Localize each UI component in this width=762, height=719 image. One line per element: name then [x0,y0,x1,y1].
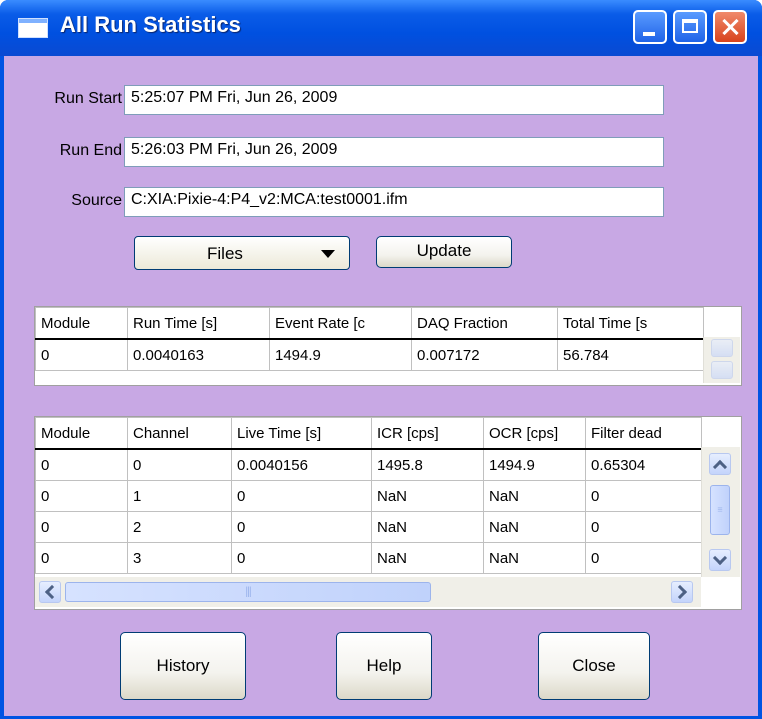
dialog-client-area: Run Start 5:25:07 PM Fri, Jun 26, 2009 R… [4,56,758,716]
run-start-field[interactable]: 5:25:07 PM Fri, Jun 26, 2009 [124,85,664,115]
close-window-button[interactable] [713,10,747,44]
column-header[interactable]: ICR [cps] [371,417,484,450]
table-cell[interactable]: 2 [127,511,232,543]
channel-table-container: Module Channel Live Time [s] ICR [cps] O… [34,416,742,610]
run-start-label: Run Start [54,90,122,107]
update-button[interactable]: Update [376,236,512,268]
table-cell[interactable]: 0 [35,480,128,512]
scroll-up-button[interactable] [709,453,731,475]
title-bar[interactable]: All Run Statistics [0,0,762,56]
chevron-up-icon [712,459,728,475]
table-cell[interactable]: 1494.9 [269,338,412,371]
maximize-button[interactable] [673,10,707,44]
column-header[interactable]: Module [35,417,128,450]
chevron-down-icon [712,550,728,566]
table-cell[interactable]: 0.65304 [585,448,702,481]
table-cell[interactable]: 0 [585,480,702,512]
table-cell[interactable]: 0.007172 [411,338,558,371]
module-table-scrollbar[interactable] [703,337,740,383]
run-end-label: Run End [59,142,122,159]
column-header[interactable]: Event Rate [c [269,307,412,340]
scroll-right-button[interactable] [671,581,693,603]
table-cell[interactable]: 3 [127,542,232,574]
window-icon [18,18,48,38]
scroll-down-button[interactable] [709,549,731,571]
table-row[interactable]: 0 0.0040163 1494.9 0.007172 56.784 [35,338,704,371]
table-cell[interactable]: 0 [585,542,702,574]
table-cell[interactable]: 56.784 [557,338,704,371]
module-table: Module Run Time [s] Event Rate [c DAQ Fr… [35,307,704,371]
table-cell[interactable]: 0 [35,511,128,543]
table-row[interactable]: 0 3 0 NaN NaN 0 [35,542,702,574]
table-cell[interactable]: NaN [371,542,484,574]
grip-icon: ≡ [717,504,723,515]
scroll-down-button[interactable] [711,361,733,379]
help-button[interactable]: Help [336,632,432,700]
close-button[interactable]: Close [538,632,650,700]
grip-icon: ||| [245,585,252,598]
table-cell[interactable]: NaN [483,480,586,512]
table-row[interactable]: 0 1 0 NaN NaN 0 [35,480,702,512]
channel-table-vertical-scrollbar[interactable]: ≡ [701,447,740,577]
column-header[interactable]: Module [35,307,128,340]
files-dropdown-label: Files [207,244,243,263]
channel-table-horizontal-scrollbar[interactable]: ||| [35,577,701,607]
table-cell[interactable]: NaN [483,511,586,543]
column-header[interactable]: OCR [cps] [483,417,586,450]
table-row[interactable]: 0 2 0 NaN NaN 0 [35,511,702,543]
run-end-field[interactable]: 5:26:03 PM Fri, Jun 26, 2009 [124,137,664,167]
table-row[interactable]: 0 0 0.0040156 1495.8 1494.9 0.65304 [35,448,702,481]
source-label: Source [71,192,122,209]
horizontal-scroll-thumb[interactable]: ||| [65,582,431,602]
window: All Run Statistics Run Start 5:25:07 PM … [0,0,762,719]
window-title: All Run Statistics [60,12,241,37]
column-header[interactable]: Filter dead [585,417,702,450]
module-table-container: Module Run Time [s] Event Rate [c DAQ Fr… [34,306,742,386]
column-header[interactable]: Live Time [s] [231,417,372,450]
channel-table: Module Channel Live Time [s] ICR [cps] O… [35,417,702,574]
chevron-left-icon [44,584,60,600]
table-cell[interactable]: NaN [483,542,586,574]
table-cell[interactable]: 0 [35,448,128,481]
table-cell[interactable]: 1 [127,480,232,512]
column-header[interactable]: Run Time [s] [127,307,270,340]
vertical-scroll-thumb[interactable]: ≡ [710,485,730,535]
history-button[interactable]: History [120,632,246,700]
table-cell[interactable]: NaN [371,480,484,512]
table-cell[interactable]: 0 [35,338,128,371]
table-cell[interactable]: 0 [231,480,372,512]
table-cell[interactable]: 1495.8 [371,448,484,481]
table-cell[interactable]: 1494.9 [483,448,586,481]
minimize-button[interactable] [633,10,667,44]
table-cell[interactable]: 0 [585,511,702,543]
column-header[interactable]: Channel [127,417,232,450]
scroll-up-button[interactable] [711,339,733,357]
scroll-left-button[interactable] [39,581,61,603]
chevron-down-icon [321,250,335,258]
table-cell[interactable]: 0.0040156 [231,448,372,481]
table-cell[interactable]: 0.0040163 [127,338,270,371]
table-cell[interactable]: 0 [127,448,232,481]
table-cell[interactable]: 0 [231,542,372,574]
table-cell[interactable]: NaN [371,511,484,543]
column-header[interactable]: DAQ Fraction [411,307,558,340]
source-field[interactable]: C:XIA:Pixie-4:P4_v2:MCA:test0001.ifm [124,187,664,217]
chevron-right-icon [672,584,688,600]
column-header[interactable]: Total Time [s [557,307,704,340]
table-cell[interactable]: 0 [231,511,372,543]
table-cell[interactable]: 0 [35,542,128,574]
files-dropdown[interactable]: Files [134,236,350,270]
